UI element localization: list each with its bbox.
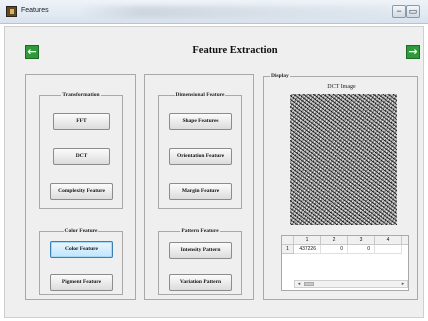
fft-button[interactable]: FFT (53, 113, 110, 130)
result-table[interactable]: 1 2 3 4 1 437226 0 0 ◂ ▸ (281, 235, 409, 291)
dct-image (290, 94, 397, 225)
scrollbar-thumb[interactable] (304, 282, 314, 286)
transformation-group-title: Transformation (61, 92, 101, 98)
variation-pattern-button[interactable]: Variation Pattern (169, 274, 232, 291)
orientation-feature-button[interactable]: Orientation Feature (169, 148, 232, 165)
table-cell[interactable] (375, 245, 402, 254)
color-feature-button[interactable]: Color Feature (50, 241, 113, 258)
page-title: Feature Extraction (192, 45, 278, 56)
display-panel: Display DCT Image 1 2 3 4 1 437226 0 0 ◂… (263, 72, 418, 300)
maximize-button[interactable]: ▭ (406, 5, 420, 18)
dct-button[interactable]: DCT (53, 148, 110, 165)
color-feature-group: Color Feature Color Feature Pigment Feat… (39, 228, 123, 295)
pattern-feature-group-title: Pattern Feature (180, 228, 220, 234)
dct-image-caption: DCT Image (327, 84, 356, 90)
table-column-header: 2 (321, 236, 348, 245)
window-titlebar: Features − ▭ (0, 0, 428, 24)
dimensional-feature-group-title: Dimensional Feature (174, 92, 226, 98)
scroll-right-icon[interactable]: ▸ (399, 281, 407, 287)
dimensional-feature-group: Dimensional Feature Shape Features Orien… (158, 92, 242, 209)
back-arrow-icon[interactable]: ← (25, 45, 39, 59)
table-horizontal-scrollbar[interactable]: ◂ ▸ (294, 280, 408, 288)
table-cell[interactable]: 437226 (294, 245, 321, 254)
figure-client-area: ← Feature Extraction → Transformation FF… (4, 26, 424, 318)
margin-feature-button[interactable]: Margin Feature (169, 183, 232, 200)
display-panel-title: Display (270, 72, 290, 81)
pattern-feature-group: Pattern Feature Intensity Pattern Variat… (158, 228, 242, 295)
app-icon (6, 6, 17, 17)
forward-arrow-icon[interactable]: → (406, 45, 420, 59)
table-column-header: 1 (294, 236, 321, 245)
pigment-feature-button[interactable]: Pigment Feature (50, 274, 113, 291)
table-cell[interactable]: 0 (321, 245, 348, 254)
minimize-button[interactable]: − (392, 5, 406, 18)
shape-features-button[interactable]: Shape Features (169, 113, 232, 130)
table-cell[interactable]: 0 (348, 245, 375, 254)
left-panel: Transformation FFT DCT Complexity Featur… (25, 74, 136, 300)
blurred-titlebar-area (80, 6, 390, 18)
window-title: Features (21, 7, 49, 14)
middle-panel: Dimensional Feature Shape Features Orien… (144, 74, 254, 300)
table-header-row: 1 2 3 4 (282, 236, 408, 245)
table-corner-cell (282, 236, 294, 245)
intensity-pattern-button[interactable]: Intensity Pattern (169, 242, 232, 259)
transformation-group: Transformation FFT DCT Complexity Featur… (39, 92, 123, 209)
complexity-feature-button[interactable]: Complexity Feature (50, 183, 113, 200)
table-column-header: 3 (348, 236, 375, 245)
scroll-left-icon[interactable]: ◂ (295, 281, 303, 287)
table-column-header: 4 (375, 236, 402, 245)
color-feature-group-title: Color Feature (63, 228, 99, 234)
table-row-header: 1 (282, 245, 294, 254)
